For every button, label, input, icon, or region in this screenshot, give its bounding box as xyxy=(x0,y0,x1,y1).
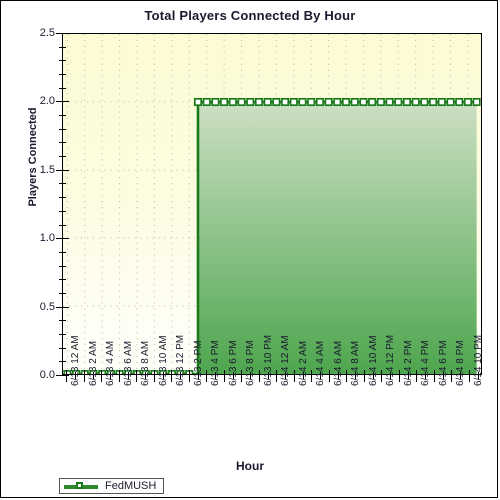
y-minor-tick-mark xyxy=(59,265,66,267)
chart-title: Total Players Connected By Hour xyxy=(144,8,356,23)
y-minor-tick-mark xyxy=(59,333,66,335)
x-tick-label: 6/13 12 PM xyxy=(175,334,187,386)
y-tick-mark xyxy=(56,33,69,34)
chart-legend[interactable]: FedMUSH xyxy=(59,478,165,494)
x-tick-mark xyxy=(276,370,278,382)
chart-frame: Total Players Connected By Hour Players … xyxy=(0,0,498,498)
x-tick-mark xyxy=(171,370,173,382)
y-minor-tick-mark xyxy=(59,183,66,185)
x-tick-mark xyxy=(311,370,313,382)
x-tick-mark xyxy=(118,370,120,382)
x-tick-mark xyxy=(188,370,190,382)
x-tick-label: 6/14 2 AM xyxy=(297,340,309,386)
y-minor-tick-mark xyxy=(59,156,66,158)
x-tick-label: 6/13 8 PM xyxy=(245,340,257,386)
y-tick-mark xyxy=(56,169,69,171)
x-tick-label: 6/14 6 AM xyxy=(332,340,344,386)
x-tick-label: 6/14 8 AM xyxy=(350,340,362,386)
x-tick-label: 6/14 4 AM xyxy=(315,340,327,386)
x-tick-mark xyxy=(223,370,225,382)
y-minor-tick-mark xyxy=(59,128,66,130)
x-tick-label: 6/14 6 PM xyxy=(437,340,449,386)
x-tick-mark xyxy=(398,370,400,382)
y-minor-tick-mark xyxy=(59,46,66,48)
x-tick-label: 6/13 4 AM xyxy=(105,340,117,386)
x-tick-label: 6/14 10 PM xyxy=(472,334,484,386)
x-tick-mark xyxy=(83,370,85,382)
x-tick-mark xyxy=(416,370,418,382)
x-tick-mark xyxy=(258,370,260,382)
x-tick-label: 6/13 8 AM xyxy=(140,340,152,386)
x-tick-mark xyxy=(241,370,243,382)
x-tick-label: 6/13 2 AM xyxy=(87,340,99,386)
x-tick-mark xyxy=(101,370,103,382)
x-tick-label: 6/14 12 PM xyxy=(385,334,397,386)
x-tick-label: 6/13 6 AM xyxy=(122,340,134,386)
x-tick-label: 6/13 2 PM xyxy=(192,340,204,386)
y-minor-tick-mark xyxy=(59,115,66,117)
x-tick-label: 6/13 4 PM xyxy=(210,340,222,386)
y-minor-tick-mark xyxy=(59,251,66,253)
x-tick-label: 6/14 8 PM xyxy=(455,340,467,386)
x-tick-label: 6/13 10 PM xyxy=(262,334,274,386)
x-tick-label: 6/13 6 PM xyxy=(227,340,239,386)
x-tick-mark xyxy=(468,370,470,382)
series-fedmush xyxy=(63,97,481,374)
x-tick-mark xyxy=(451,370,453,382)
plot-area xyxy=(62,33,482,375)
y-minor-tick-mark xyxy=(59,210,66,212)
y-tick-mark xyxy=(56,238,69,240)
y-minor-tick-mark xyxy=(59,224,66,226)
x-tick-label: 6/14 10 AM xyxy=(367,335,379,386)
x-tick-mark xyxy=(328,370,330,382)
y-axis-label: Players Connected xyxy=(27,107,39,207)
y-minor-tick-mark xyxy=(59,292,66,294)
y-minor-tick-mark xyxy=(59,60,66,62)
legend-swatch-icon xyxy=(64,481,98,492)
x-axis-label: Hour xyxy=(236,459,264,473)
legend-item-label: FedMUSH xyxy=(105,480,157,492)
x-tick-label: 6/13 12 AM xyxy=(70,335,82,386)
x-tick-label: 6/14 2 PM xyxy=(402,340,414,386)
x-tick-mark xyxy=(293,370,295,382)
x-tick-label: 6/13 10 AM xyxy=(157,335,169,386)
x-tick-mark xyxy=(433,370,435,382)
y-tick-mark xyxy=(56,101,69,103)
x-tick-mark xyxy=(381,370,383,382)
y-minor-tick-mark xyxy=(59,347,66,349)
y-minor-tick-mark xyxy=(59,197,66,199)
plot-area-wrapper: 0.0 0.5 1.0 1.5 2.0 2.5 6/13 12 AM 6/13 2 AM 6/1… xyxy=(40,27,484,386)
y-minor-tick-mark xyxy=(59,142,66,144)
x-tick-mark xyxy=(363,370,365,382)
x-tick-mark xyxy=(66,370,68,382)
x-tick-label: 6/14 4 PM xyxy=(420,340,432,386)
y-tick-mark xyxy=(56,306,69,308)
x-tick-mark xyxy=(206,370,208,382)
y-minor-tick-mark xyxy=(59,320,66,322)
x-tick-mark xyxy=(346,370,348,382)
y-minor-tick-mark xyxy=(59,74,66,76)
x-tick-label: 6/14 12 AM xyxy=(280,335,292,386)
y-minor-tick-mark xyxy=(59,361,66,363)
x-tick-mark xyxy=(153,370,155,382)
x-tick-mark xyxy=(136,370,138,382)
y-minor-tick-mark xyxy=(59,87,66,89)
y-minor-tick-mark xyxy=(59,279,66,281)
